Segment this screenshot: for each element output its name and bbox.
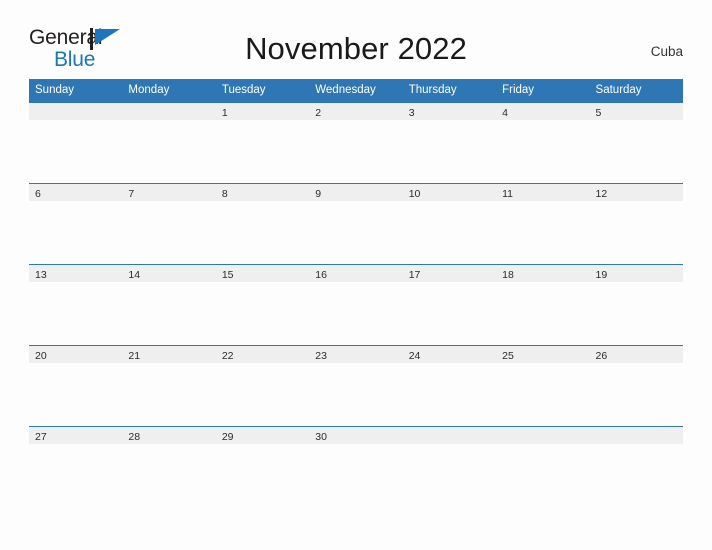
day-cell-body[interactable]	[403, 201, 496, 264]
calendar-week-row: 20 21 22 23 24 25 26	[29, 345, 683, 427]
day-number[interactable]: 6	[29, 184, 122, 201]
day-cell-body[interactable]	[122, 282, 215, 345]
day-cell-body[interactable]	[309, 282, 402, 345]
day-number[interactable]: 21	[122, 346, 215, 363]
day-number[interactable]: 23	[309, 346, 402, 363]
day-number[interactable]: 15	[216, 265, 309, 282]
day-cell-body[interactable]	[496, 282, 589, 345]
day-number[interactable]: 3	[403, 103, 496, 120]
weekday-header-thursday: Thursday	[408, 84, 457, 96]
day-cell-body[interactable]	[216, 282, 309, 345]
week-content-strip	[29, 363, 683, 427]
day-number[interactable]	[590, 427, 683, 444]
day-cell-body[interactable]	[216, 120, 309, 183]
day-number[interactable]: 25	[496, 346, 589, 363]
locale-label: Cuba	[650, 44, 683, 59]
week-content-strip	[29, 120, 683, 184]
day-cell-body[interactable]	[309, 444, 402, 507]
day-number[interactable]	[403, 427, 496, 444]
weekday-header-wednesday: Wednesday	[315, 84, 376, 96]
day-number[interactable]: 7	[122, 184, 215, 201]
week-date-strip: 13 14 15 16 17 18 19	[29, 264, 683, 283]
day-number[interactable]: 17	[403, 265, 496, 282]
day-number[interactable]: 2	[309, 103, 402, 120]
week-content-strip	[29, 444, 683, 508]
day-number[interactable]: 13	[29, 265, 122, 282]
day-cell-body[interactable]	[309, 363, 402, 426]
day-number[interactable]	[29, 103, 122, 120]
week-date-strip: 1 2 3 4 5	[29, 102, 683, 121]
day-cell-body[interactable]	[122, 363, 215, 426]
day-cell-body[interactable]	[403, 363, 496, 426]
day-cell-body[interactable]	[216, 201, 309, 264]
day-number[interactable]: 9	[309, 184, 402, 201]
day-number[interactable]: 16	[309, 265, 402, 282]
day-cell-body[interactable]	[590, 282, 683, 345]
day-number[interactable]	[122, 103, 215, 120]
day-number[interactable]: 11	[496, 184, 589, 201]
page-header: General Blue November 2022 Cuba	[0, 0, 712, 70]
week-date-strip: 20 21 22 23 24 25 26	[29, 345, 683, 364]
weekday-header-row: Sunday Monday Tuesday Wednesday Thursday…	[29, 79, 683, 103]
day-cell-body[interactable]	[590, 201, 683, 264]
day-cell-body[interactable]	[29, 444, 122, 507]
day-number[interactable]: 22	[216, 346, 309, 363]
day-number[interactable]: 12	[590, 184, 683, 201]
day-cell-body[interactable]	[216, 363, 309, 426]
weekday-header-monday: Monday	[128, 84, 170, 96]
day-cell-body[interactable]	[496, 120, 589, 183]
week-date-strip: 6 7 8 9 10 11 12	[29, 183, 683, 202]
day-number[interactable]: 24	[403, 346, 496, 363]
calendar-week-row: 27 28 29 30	[29, 426, 683, 508]
day-number[interactable]: 4	[496, 103, 589, 120]
calendar-week-row: 13 14 15 16 17 18 19	[29, 264, 683, 346]
day-cell-body[interactable]	[590, 363, 683, 426]
day-number[interactable]: 8	[216, 184, 309, 201]
day-cell-body[interactable]	[496, 363, 589, 426]
day-cell-body[interactable]	[122, 201, 215, 264]
day-number[interactable]: 14	[122, 265, 215, 282]
day-number[interactable]: 10	[403, 184, 496, 201]
day-number[interactable]: 19	[590, 265, 683, 282]
weekday-header-sunday: Sunday	[35, 84, 75, 96]
week-content-strip	[29, 201, 683, 265]
day-number[interactable]: 18	[496, 265, 589, 282]
week-date-strip: 27 28 29 30	[29, 426, 683, 445]
day-cell-body[interactable]	[216, 444, 309, 507]
calendar-week-row: 6 7 8 9 10 11 12	[29, 183, 683, 265]
weekday-header-tuesday: Tuesday	[221, 84, 266, 96]
day-cell-body[interactable]	[403, 120, 496, 183]
page-title: November 2022	[245, 31, 467, 66]
weekday-header-saturday: Saturday	[595, 84, 642, 96]
day-number[interactable]: 5	[590, 103, 683, 120]
day-cell-body[interactable]	[309, 120, 402, 183]
day-cell-body[interactable]	[590, 120, 683, 183]
day-cell-body[interactable]	[122, 120, 215, 183]
day-number[interactable]	[496, 427, 589, 444]
day-cell-body[interactable]	[590, 444, 683, 507]
day-number[interactable]: 26	[590, 346, 683, 363]
day-cell-body[interactable]	[309, 201, 402, 264]
day-cell-body[interactable]	[403, 444, 496, 507]
day-cell-body[interactable]	[122, 444, 215, 507]
day-number[interactable]: 28	[122, 427, 215, 444]
calendar-week-row: 1 2 3 4 5	[29, 102, 683, 184]
day-cell-body[interactable]	[29, 363, 122, 426]
day-number[interactable]: 27	[29, 427, 122, 444]
day-cell-body[interactable]	[29, 201, 122, 264]
day-cell-body[interactable]	[29, 282, 122, 345]
day-cell-body[interactable]	[496, 444, 589, 507]
calendar-grid: Sunday Monday Tuesday Wednesday Thursday…	[29, 79, 683, 508]
day-number[interactable]: 30	[309, 427, 402, 444]
day-number[interactable]: 1	[216, 103, 309, 120]
weekday-header-friday: Friday	[502, 84, 535, 96]
day-cell-body[interactable]	[403, 282, 496, 345]
day-number[interactable]: 20	[29, 346, 122, 363]
day-cell-body[interactable]	[496, 201, 589, 264]
day-number[interactable]: 29	[216, 427, 309, 444]
day-cell-body[interactable]	[29, 120, 122, 183]
week-content-strip	[29, 282, 683, 346]
